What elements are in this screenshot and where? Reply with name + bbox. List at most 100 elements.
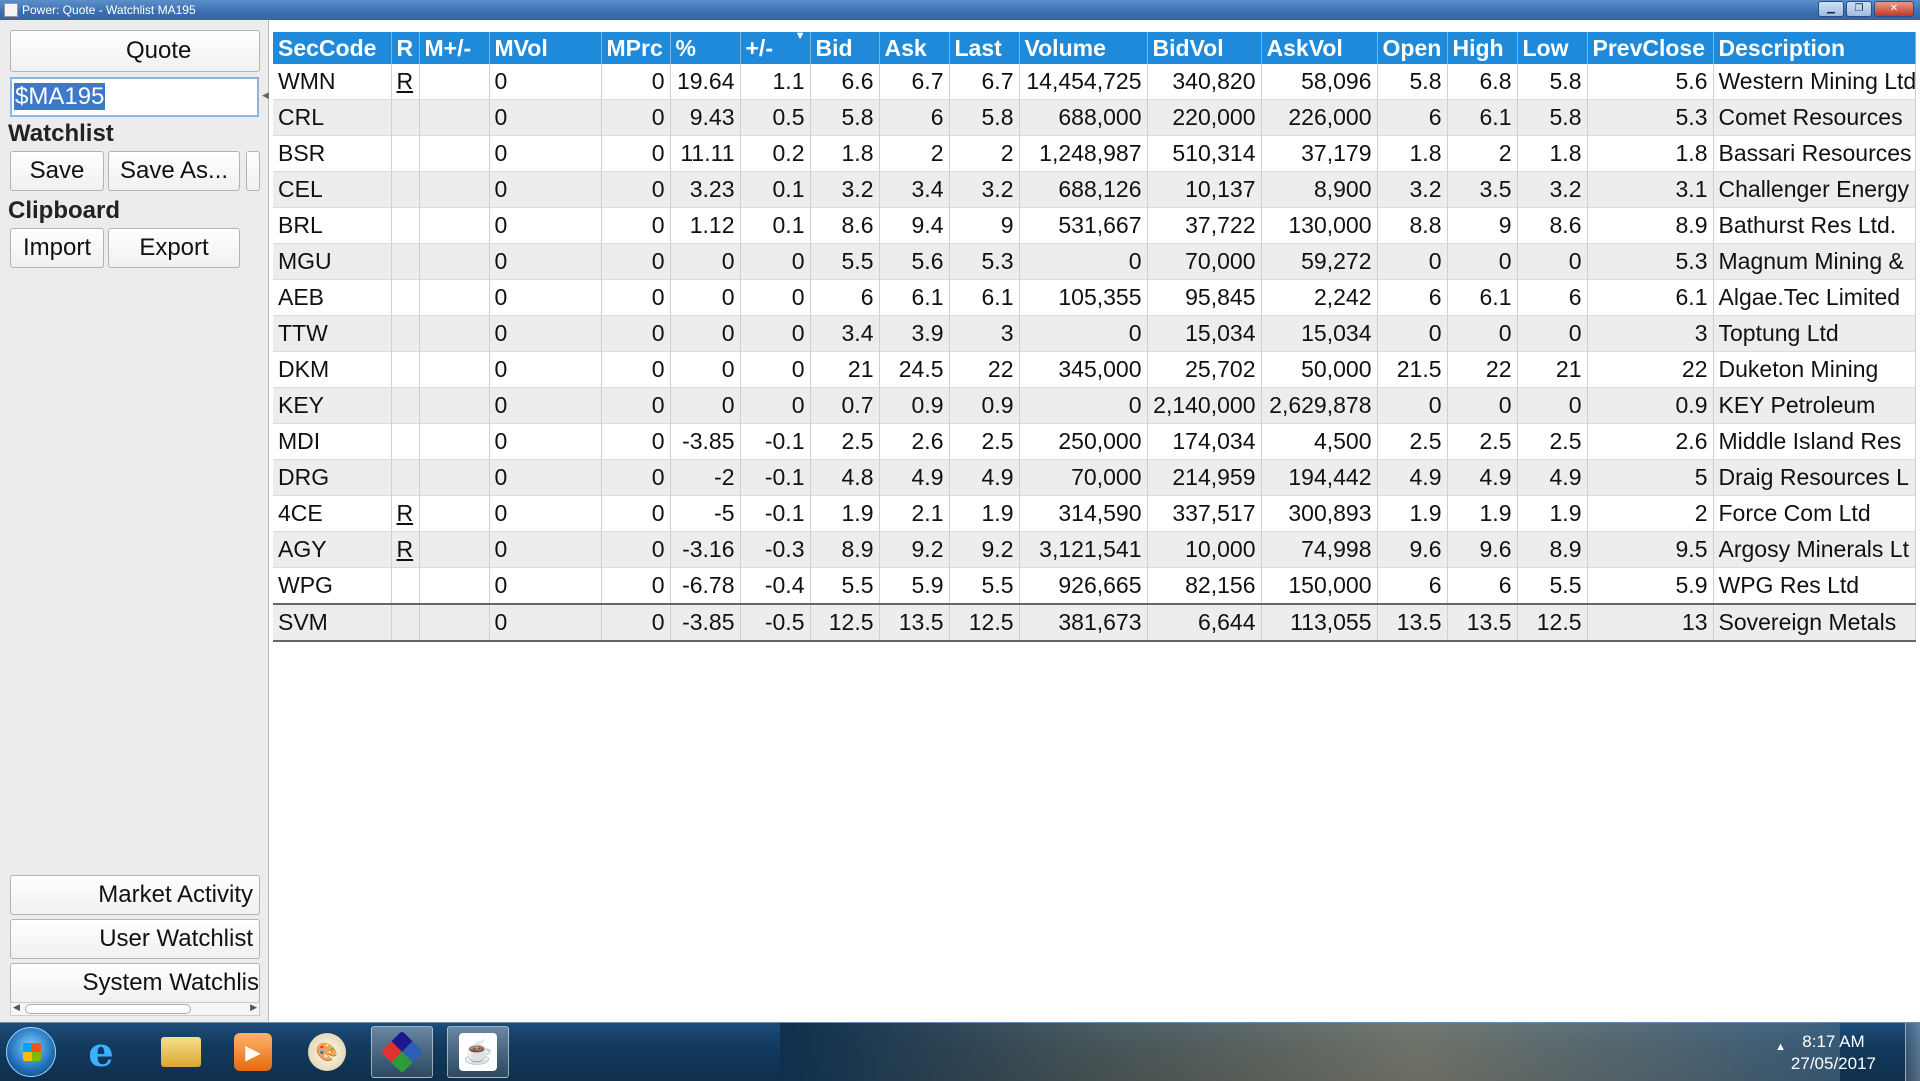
table-row[interactable]: BRL 0 0 1.12 0.1 8.6 9.4 9 531,667 37,722 130,000 8… — [273, 207, 1916, 244]
market-activity-button[interactable]: Market Activity — [10, 875, 260, 915]
cell-m[interactable] — [419, 171, 490, 208]
cell-volume[interactable]: 3,121,541 — [1019, 531, 1148, 568]
cell-low[interactable]: 0 — [1517, 243, 1588, 280]
cell-askvol[interactable]: 150,000 — [1261, 567, 1378, 605]
cell-col6[interactable]: -0.3 — [740, 531, 811, 568]
table-row[interactable]: BSR 0 0 11.11 0.2 1.8 2 2 1,248,987 510,314 37,179… — [273, 135, 1916, 172]
cell-low[interactable]: 8.6 — [1517, 207, 1588, 244]
tray-expand-icon[interactable]: ▲ — [1775, 1041, 1786, 1053]
cell-high[interactable]: 2 — [1447, 135, 1518, 172]
cell-prevclose[interactable]: 13 — [1587, 603, 1714, 642]
cell-askvol[interactable]: 74,998 — [1261, 531, 1378, 568]
cell-seccode[interactable]: AGY — [273, 531, 392, 568]
cell-seccode[interactable]: WPG — [273, 567, 392, 605]
cell-m[interactable] — [419, 603, 490, 642]
column-header-open[interactable]: Open — [1377, 32, 1448, 64]
cell-r[interactable]: R — [391, 531, 420, 568]
network-app-icon[interactable] — [371, 1026, 433, 1078]
table-row[interactable]: CRL 0 0 9.43 0.5 5.8 6 5.8 688,000 220,000 226,000… — [273, 99, 1916, 136]
cell-r[interactable]: R — [391, 495, 420, 532]
cell-bid[interactable]: 8.9 — [810, 531, 880, 568]
cell-high[interactable]: 6.1 — [1447, 279, 1518, 316]
cell-seccode[interactable]: CRL — [273, 99, 392, 136]
table-row[interactable]: SVM 0 0 -3.85 -0.5 12.5 13.5 12.5 381,673 6,644 11… — [273, 603, 1916, 642]
cell-high[interactable]: 6.8 — [1447, 64, 1518, 100]
cell-volume[interactable]: 345,000 — [1019, 351, 1148, 388]
cell-m[interactable] — [419, 387, 490, 424]
cell-low[interactable]: 5.5 — [1517, 567, 1588, 605]
cell-m[interactable] — [419, 423, 490, 460]
cell-last[interactable]: 2 — [949, 135, 1020, 172]
column-header-m[interactable]: M+/- — [419, 32, 490, 64]
cell-description[interactable]: Magnum Mining & — [1713, 243, 1916, 280]
save-as-button[interactable]: Save As... — [108, 151, 240, 191]
cell-seccode[interactable]: MDI — [273, 423, 392, 460]
cell-m[interactable] — [419, 279, 490, 316]
cell-description[interactable]: Bassari Resources — [1713, 135, 1916, 172]
cell-mvol[interactable]: 0 — [489, 99, 602, 136]
cell-mprc[interactable]: 0 — [601, 207, 671, 244]
cell-bidvol[interactable]: 220,000 — [1147, 99, 1262, 136]
cell-col6[interactable]: 1.1 — [740, 64, 811, 100]
cell-col6[interactable]: 0.1 — [740, 171, 811, 208]
cell-r[interactable] — [391, 459, 420, 496]
cell-mvol[interactable]: 0 — [489, 135, 602, 172]
cell-open[interactable]: 6 — [1377, 99, 1448, 136]
cell-high[interactable]: 6 — [1447, 567, 1518, 605]
cell-description[interactable]: Western Mining Ltd — [1713, 64, 1916, 100]
cell-open[interactable]: 6 — [1377, 567, 1448, 605]
cell-last[interactable]: 22 — [949, 351, 1020, 388]
cell-high[interactable]: 13.5 — [1447, 603, 1518, 642]
cell-r[interactable] — [391, 351, 420, 388]
import-button[interactable]: Import — [10, 228, 104, 268]
cell-mprc[interactable]: 0 — [601, 603, 671, 642]
cell-description[interactable]: Argosy Minerals Lt — [1713, 531, 1916, 568]
cell-mprc[interactable]: 0 — [601, 135, 671, 172]
cell-bid[interactable]: 1.8 — [810, 135, 880, 172]
cell-askvol[interactable]: 2,242 — [1261, 279, 1378, 316]
cell-m[interactable] — [419, 315, 490, 352]
cell-last[interactable]: 12.5 — [949, 603, 1020, 642]
cell-ask[interactable]: 9.2 — [879, 531, 950, 568]
cell-low[interactable]: 1.9 — [1517, 495, 1588, 532]
cell-col5[interactable]: -3.85 — [670, 603, 741, 642]
cell-last[interactable]: 5.3 — [949, 243, 1020, 280]
cell-prevclose[interactable]: 1.8 — [1587, 135, 1714, 172]
cell-col5[interactable]: 19.64 — [670, 64, 741, 100]
media-player-icon[interactable]: ▶ — [222, 1026, 284, 1078]
cell-col5[interactable]: 11.11 — [670, 135, 741, 172]
cell-prevclose[interactable]: 5.3 — [1587, 99, 1714, 136]
cell-low[interactable]: 0 — [1517, 315, 1588, 352]
cell-description[interactable]: Bathurst Res Ltd. — [1713, 207, 1916, 244]
cell-open[interactable]: 6 — [1377, 279, 1448, 316]
cell-bidvol[interactable]: 25,702 — [1147, 351, 1262, 388]
cell-bid[interactable]: 6 — [810, 279, 880, 316]
cell-last[interactable]: 4.9 — [949, 459, 1020, 496]
cell-volume[interactable]: 688,000 — [1019, 99, 1148, 136]
cell-volume[interactable]: 0 — [1019, 243, 1148, 280]
cell-askvol[interactable]: 58,096 — [1261, 64, 1378, 100]
maximize-button[interactable]: ❐ — [1846, 1, 1872, 17]
cell-col6[interactable]: 0.5 — [740, 99, 811, 136]
cell-description[interactable]: Draig Resources L — [1713, 459, 1916, 496]
cell-open[interactable]: 1.8 — [1377, 135, 1448, 172]
cell-open[interactable]: 13.5 — [1377, 603, 1448, 642]
cell-ask[interactable]: 9.4 — [879, 207, 950, 244]
cell-ask[interactable]: 4.9 — [879, 459, 950, 496]
cell-mprc[interactable]: 0 — [601, 315, 671, 352]
cell-description[interactable]: Sovereign Metals — [1713, 603, 1916, 642]
cell-last[interactable]: 6.1 — [949, 279, 1020, 316]
cell-prevclose[interactable]: 5.9 — [1587, 567, 1714, 605]
cell-askvol[interactable]: 194,442 — [1261, 459, 1378, 496]
column-header-volume[interactable]: Volume — [1019, 32, 1148, 64]
cell-mprc[interactable]: 0 — [601, 567, 671, 605]
cell-low[interactable]: 5.8 — [1517, 99, 1588, 136]
cell-ask[interactable]: 6 — [879, 99, 950, 136]
cell-high[interactable]: 9 — [1447, 207, 1518, 244]
cell-col5[interactable]: -3.16 — [670, 531, 741, 568]
cell-col5[interactable]: 9.43 — [670, 99, 741, 136]
cell-last[interactable]: 0.9 — [949, 387, 1020, 424]
cell-prevclose[interactable]: 2 — [1587, 495, 1714, 532]
cell-col5[interactable]: -2 — [670, 459, 741, 496]
cell-seccode[interactable]: 4CE — [273, 495, 392, 532]
